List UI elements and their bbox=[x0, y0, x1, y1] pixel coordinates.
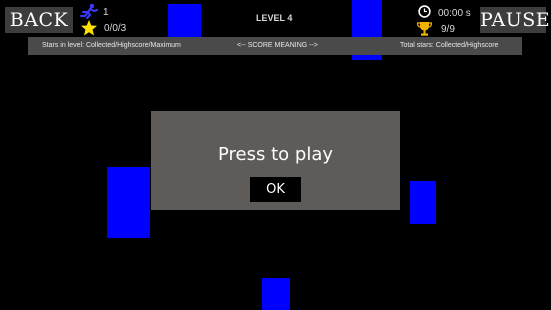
level-stars-score: 0/0/3 bbox=[104, 23, 127, 34]
ok-button[interactable]: OK bbox=[250, 177, 301, 202]
score-meaning-bar: Stars in level: Collected/Highscore/Maxi… bbox=[28, 37, 522, 55]
death-counter: 1 bbox=[103, 7, 109, 18]
start-dialog: Press to play OK bbox=[151, 111, 400, 210]
blue-block bbox=[107, 167, 150, 238]
pause-button[interactable]: PAUSE bbox=[480, 7, 550, 33]
clock-icon bbox=[417, 4, 432, 19]
total-stars-legend: Total stars: Collected/Highscore bbox=[400, 42, 499, 49]
score-meaning-label: <-- SCORE MEANING --> bbox=[237, 42, 318, 49]
level-stars-legend: Stars in level: Collected/Highscore/Maxi… bbox=[42, 42, 181, 49]
level-title: LEVEL 4 bbox=[256, 13, 293, 23]
runner-icon bbox=[79, 3, 99, 19]
game-screen[interactable]: BACK PAUSE 1 0/0/3 LEVEL 4 00:00 s 9/9 S… bbox=[0, 0, 551, 310]
blue-block bbox=[410, 181, 436, 224]
blue-block bbox=[262, 278, 290, 310]
blue-block bbox=[168, 4, 201, 40]
back-button[interactable]: BACK bbox=[5, 7, 73, 33]
total-stars-score: 9/9 bbox=[441, 24, 455, 35]
star-icon bbox=[80, 19, 98, 37]
timer: 00:00 s bbox=[438, 8, 471, 19]
dialog-message: Press to play bbox=[218, 144, 333, 165]
trophy-icon bbox=[416, 20, 433, 37]
